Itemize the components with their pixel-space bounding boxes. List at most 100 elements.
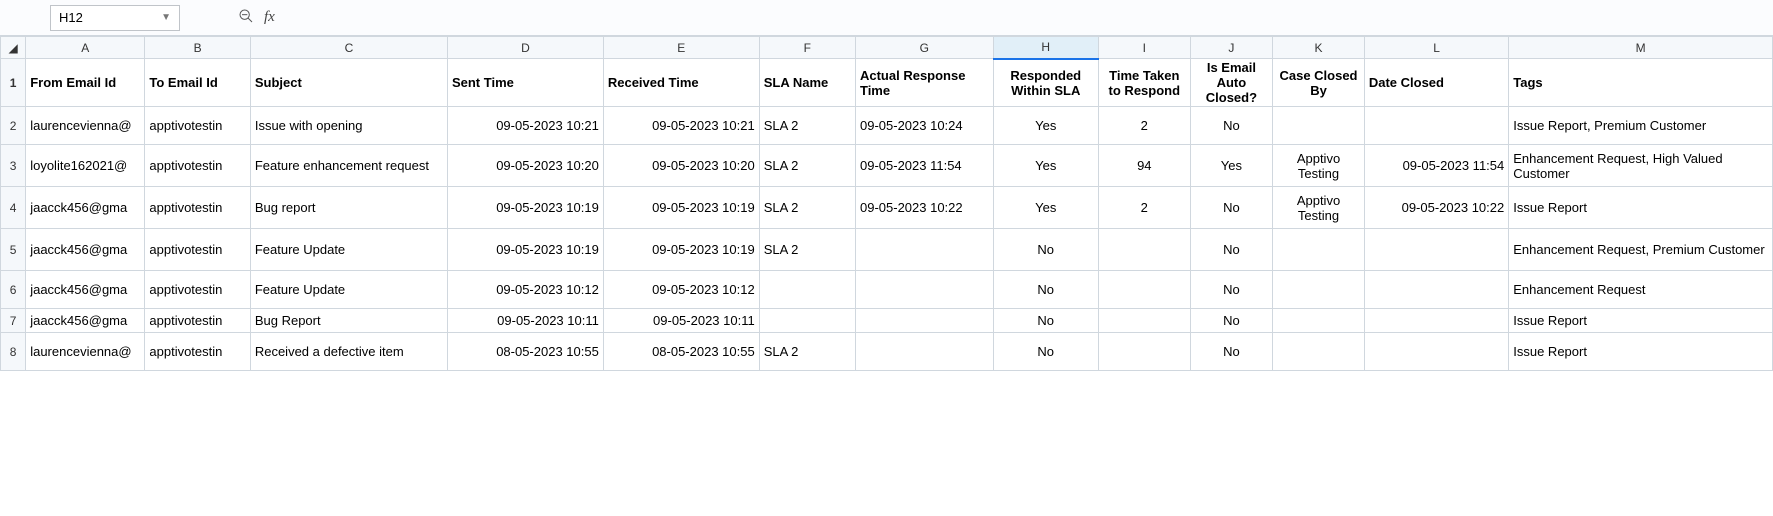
cell[interactable]: jaacck456@gma: [26, 229, 145, 271]
cell[interactable]: 09-05-2023 10:22: [855, 187, 993, 229]
cell[interactable]: [1273, 333, 1365, 371]
cell[interactable]: [855, 271, 993, 309]
cell[interactable]: 09-05-2023 10:19: [447, 229, 603, 271]
cell[interactable]: Feature enhancement request: [250, 145, 447, 187]
cell[interactable]: jaacck456@gma: [26, 187, 145, 229]
cell[interactable]: 09-05-2023 11:54: [1364, 145, 1508, 187]
cell[interactable]: SLA 2: [759, 107, 855, 145]
cell[interactable]: [1098, 333, 1190, 371]
cell[interactable]: Enhancement Request, High Valued Custome…: [1509, 145, 1773, 187]
cell[interactable]: [1098, 229, 1190, 271]
cell[interactable]: 09-05-2023 10:20: [447, 145, 603, 187]
cell[interactable]: loyolite162021@: [26, 145, 145, 187]
cell[interactable]: Feature Update: [250, 229, 447, 271]
cell[interactable]: 09-05-2023 11:54: [855, 145, 993, 187]
cell[interactable]: No: [1190, 309, 1273, 333]
col-header-H[interactable]: H: [993, 37, 1098, 59]
cell[interactable]: No: [993, 333, 1098, 371]
select-all-corner[interactable]: ◢: [1, 37, 26, 59]
name-box[interactable]: H12 ▼: [50, 5, 180, 31]
cell[interactable]: Bug report: [250, 187, 447, 229]
col-header-K[interactable]: K: [1273, 37, 1365, 59]
cell[interactable]: 09-05-2023 10:11: [447, 309, 603, 333]
cell[interactable]: [1364, 271, 1508, 309]
cell[interactable]: Issue Report, Premium Customer: [1509, 107, 1773, 145]
cell[interactable]: 09-05-2023 10:19: [603, 229, 759, 271]
cell[interactable]: No: [1190, 333, 1273, 371]
formula-input[interactable]: [283, 5, 1763, 31]
cell[interactable]: Yes: [1190, 145, 1273, 187]
cell[interactable]: From Email Id: [26, 59, 145, 107]
cell[interactable]: 09-05-2023 10:19: [603, 187, 759, 229]
cell[interactable]: [1098, 271, 1190, 309]
cell[interactable]: Yes: [993, 187, 1098, 229]
cell[interactable]: 08-05-2023 10:55: [603, 333, 759, 371]
cell[interactable]: Apptivo Testing: [1273, 145, 1365, 187]
cell[interactable]: Feature Update: [250, 271, 447, 309]
cell[interactable]: [1364, 333, 1508, 371]
cell[interactable]: Issue Report: [1509, 309, 1773, 333]
cell[interactable]: 09-05-2023 10:11: [603, 309, 759, 333]
cell[interactable]: No: [1190, 271, 1273, 309]
cell[interactable]: [1098, 309, 1190, 333]
cell[interactable]: No: [993, 229, 1098, 271]
row-header[interactable]: 5: [1, 229, 26, 271]
row-header[interactable]: 6: [1, 271, 26, 309]
cell[interactable]: laurencevienna@: [26, 107, 145, 145]
cell[interactable]: SLA 2: [759, 187, 855, 229]
cell[interactable]: jaacck456@gma: [26, 271, 145, 309]
spreadsheet-grid[interactable]: ◢ A B C D E F G H I J K L M 1 From Email…: [0, 36, 1773, 371]
cell[interactable]: [759, 271, 855, 309]
cell[interactable]: [1364, 229, 1508, 271]
row-header[interactable]: 3: [1, 145, 26, 187]
cell[interactable]: [759, 309, 855, 333]
cell[interactable]: Yes: [993, 107, 1098, 145]
cell[interactable]: SLA 2: [759, 333, 855, 371]
cell[interactable]: 09-05-2023 10:19: [447, 187, 603, 229]
col-header-A[interactable]: A: [26, 37, 145, 59]
cell[interactable]: apptivotestin: [145, 333, 250, 371]
cell[interactable]: [1273, 229, 1365, 271]
row-header[interactable]: 1: [1, 59, 26, 107]
cell[interactable]: To Email Id: [145, 59, 250, 107]
col-header-G[interactable]: G: [855, 37, 993, 59]
cell[interactable]: No: [1190, 107, 1273, 145]
cell[interactable]: apptivotestin: [145, 187, 250, 229]
row-header[interactable]: 8: [1, 333, 26, 371]
cell[interactable]: No: [1190, 229, 1273, 271]
cell[interactable]: Enhancement Request: [1509, 271, 1773, 309]
cell[interactable]: 09-05-2023 10:22: [1364, 187, 1508, 229]
col-header-B[interactable]: B: [145, 37, 250, 59]
cell[interactable]: SLA 2: [759, 229, 855, 271]
cell[interactable]: SLA 2: [759, 145, 855, 187]
cell[interactable]: Bug Report: [250, 309, 447, 333]
cell[interactable]: No: [993, 309, 1098, 333]
col-header-C[interactable]: C: [250, 37, 447, 59]
cell[interactable]: laurencevienna@: [26, 333, 145, 371]
cell[interactable]: 09-05-2023 10:21: [603, 107, 759, 145]
cell[interactable]: Time Taken to Respond: [1098, 59, 1190, 107]
cell[interactable]: Subject: [250, 59, 447, 107]
cell[interactable]: 2: [1098, 187, 1190, 229]
cell[interactable]: 08-05-2023 10:55: [447, 333, 603, 371]
cell[interactable]: Sent Time: [447, 59, 603, 107]
cell[interactable]: Received Time: [603, 59, 759, 107]
cell[interactable]: Tags: [1509, 59, 1773, 107]
cell[interactable]: Is Email Auto Closed?: [1190, 59, 1273, 107]
cell[interactable]: 09-05-2023 10:12: [447, 271, 603, 309]
col-header-D[interactable]: D: [447, 37, 603, 59]
cell[interactable]: 2: [1098, 107, 1190, 145]
cell[interactable]: No: [993, 271, 1098, 309]
cell[interactable]: Issue Report: [1509, 333, 1773, 371]
cell[interactable]: [1273, 271, 1365, 309]
col-header-L[interactable]: L: [1364, 37, 1508, 59]
cell[interactable]: jaacck456@gma: [26, 309, 145, 333]
cell[interactable]: Received a defective item: [250, 333, 447, 371]
zoom-out-icon[interactable]: [238, 8, 254, 27]
cell[interactable]: No: [1190, 187, 1273, 229]
cell[interactable]: 09-05-2023 10:20: [603, 145, 759, 187]
row-header[interactable]: 7: [1, 309, 26, 333]
cell[interactable]: [1364, 107, 1508, 145]
cell[interactable]: [855, 333, 993, 371]
col-header-M[interactable]: M: [1509, 37, 1773, 59]
